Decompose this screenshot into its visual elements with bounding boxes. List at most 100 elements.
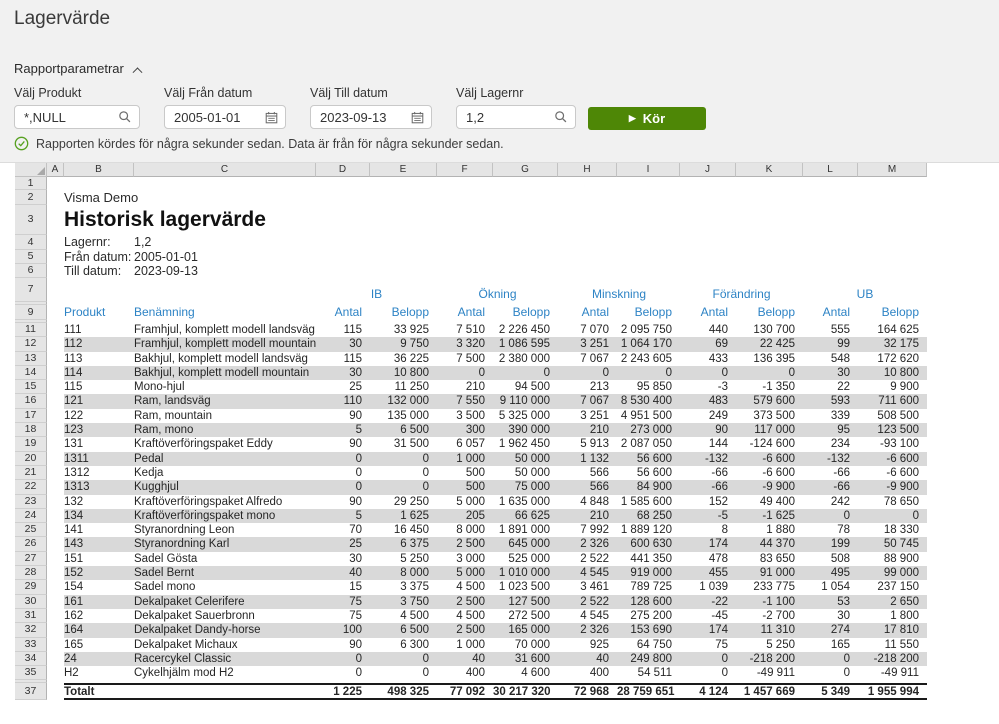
product-number-cell[interactable]: 123 (64, 423, 134, 437)
value-cell[interactable]: 0 (617, 366, 680, 380)
column-header-E[interactable]: E (370, 163, 437, 177)
table-row[interactable]: 162Dekalpaket Sauerbronn754 5004 500272 … (64, 609, 927, 623)
product-number-cell[interactable]: 161 (64, 595, 134, 609)
value-cell[interactable]: 274 (803, 623, 858, 637)
row-number[interactable]: 17 (15, 409, 47, 423)
product-number-cell[interactable]: 1311 (64, 452, 134, 466)
value-cell[interactable]: -93 100 (858, 437, 927, 451)
value-cell[interactable]: 272 500 (493, 609, 558, 623)
row-number[interactable]: 25 (15, 523, 47, 537)
value-cell[interactable]: 7 992 (558, 523, 617, 537)
value-cell[interactable]: 75 (316, 609, 370, 623)
table-row[interactable]: 161Dekalpaket Celerifere753 7502 500127 … (64, 595, 927, 609)
value-cell[interactable]: 18 330 (858, 523, 927, 537)
value-cell[interactable]: 273 000 (617, 423, 680, 437)
product-number-cell[interactable]: 164 (64, 623, 134, 637)
value-cell[interactable]: 495 (803, 566, 858, 580)
value-cell[interactable]: 8 530 400 (617, 394, 680, 408)
value-cell[interactable]: 1 635 000 (493, 495, 558, 509)
value-cell[interactable]: 2 226 450 (493, 323, 558, 337)
value-cell[interactable]: 66 625 (493, 509, 558, 523)
v-lj-lagernr-input[interactable] (466, 110, 550, 125)
column-header-belopp-1[interactable]: Belopp (370, 305, 437, 320)
value-cell[interactable]: 30 (316, 366, 370, 380)
value-cell[interactable]: 11 550 (858, 638, 927, 652)
value-cell[interactable]: 199 (803, 537, 858, 551)
total-value-cell[interactable]: 1 225 (316, 685, 370, 698)
value-cell[interactable]: 6 300 (370, 638, 437, 652)
meta-value[interactable]: 1,2 (134, 235, 316, 250)
value-cell[interactable]: 3 750 (370, 595, 437, 609)
total-row[interactable]: Totalt1 225498 32577 09230 217 32072 968… (64, 683, 927, 700)
value-cell[interactable]: 15 (316, 580, 370, 594)
total-value-cell[interactable]: 77 092 (437, 685, 493, 698)
product-number-cell[interactable]: 121 (64, 394, 134, 408)
value-cell[interactable]: 11 310 (736, 623, 803, 637)
value-cell[interactable]: 68 250 (617, 509, 680, 523)
product-name-cell[interactable]: Sadel Gösta (134, 552, 316, 566)
row-number[interactable]: 15 (15, 380, 47, 394)
row-number[interactable]: 34 (15, 652, 47, 666)
table-row[interactable]: 1312Kedja0050050 00056656 600-66-6 600-6… (64, 466, 927, 480)
row-number[interactable]: 1 (15, 177, 47, 190)
row-number[interactable]: 4 (15, 235, 47, 250)
value-cell[interactable]: 508 500 (858, 409, 927, 423)
value-cell[interactable]: -45 (680, 609, 736, 623)
product-name-cell[interactable]: Bakhjul, komplett modell mountain (134, 366, 316, 380)
value-cell[interactable]: 172 620 (858, 352, 927, 366)
value-cell[interactable]: 56 600 (617, 452, 680, 466)
total-value-cell[interactable]: 30 217 320 (493, 685, 558, 698)
value-cell[interactable]: 3 320 (437, 337, 493, 351)
calendar-icon[interactable] (411, 111, 424, 124)
value-cell[interactable]: 579 600 (736, 394, 803, 408)
value-cell[interactable]: 4 545 (558, 566, 617, 580)
value-cell[interactable]: 78 650 (858, 495, 927, 509)
value-cell[interactable]: 40 (316, 566, 370, 580)
value-cell[interactable]: 5 250 (736, 638, 803, 652)
value-cell[interactable]: 5 000 (437, 566, 493, 580)
value-cell[interactable]: 1 064 170 (617, 337, 680, 351)
value-cell[interactable]: 130 700 (736, 323, 803, 337)
value-cell[interactable]: 7 070 (558, 323, 617, 337)
value-cell[interactable]: 100 (316, 623, 370, 637)
group-header-ib[interactable]: IB (316, 287, 437, 302)
product-name-cell[interactable]: Kraftöverföringspaket Eddy (134, 437, 316, 451)
product-number-cell[interactable]: 113 (64, 352, 134, 366)
value-cell[interactable]: -6 600 (736, 452, 803, 466)
table-row[interactable]: 121Ram, landsväg110132 0007 5509 110 000… (64, 394, 927, 408)
product-number-cell[interactable]: 131 (64, 437, 134, 451)
row-number[interactable]: 27 (15, 552, 47, 566)
column-header-antal-8[interactable]: Antal (803, 305, 858, 320)
product-number-cell[interactable]: 115 (64, 380, 134, 394)
value-cell[interactable]: 4 600 (493, 666, 558, 680)
row-number[interactable]: 24 (15, 509, 47, 523)
value-cell[interactable]: 5 (316, 423, 370, 437)
value-cell[interactable]: 500 (437, 466, 493, 480)
value-cell[interactable]: 455 (680, 566, 736, 580)
column-header-antal-6[interactable]: Antal (680, 305, 736, 320)
value-cell[interactable]: 75 (680, 638, 736, 652)
row-number[interactable]: 20 (15, 452, 47, 466)
value-cell[interactable]: -6 600 (858, 466, 927, 480)
column-header-antal-2[interactable]: Antal (437, 305, 493, 320)
meta-value[interactable]: 2023-09-13 (134, 264, 316, 278)
value-cell[interactable]: 1 023 500 (493, 580, 558, 594)
value-cell[interactable]: 49 400 (736, 495, 803, 509)
value-cell[interactable]: 210 (558, 509, 617, 523)
value-cell[interactable]: -49 911 (736, 666, 803, 680)
table-row[interactable]: 24Racercykel Classic004031 60040249 8000… (64, 652, 927, 666)
value-cell[interactable]: 2 500 (437, 595, 493, 609)
product-number-cell[interactable]: 154 (64, 580, 134, 594)
value-cell[interactable]: 1 962 450 (493, 437, 558, 451)
row-number[interactable]: 14 (15, 366, 47, 380)
value-cell[interactable]: 242 (803, 495, 858, 509)
value-cell[interactable]: 1 054 (803, 580, 858, 594)
product-number-cell[interactable]: 132 (64, 495, 134, 509)
value-cell[interactable]: 0 (680, 652, 736, 666)
value-cell[interactable]: -1 350 (736, 380, 803, 394)
table-row[interactable]: 111Framhjul, komplett modell landsväg115… (64, 323, 927, 337)
value-cell[interactable]: 99 000 (858, 566, 927, 580)
value-cell[interactable]: 9 750 (370, 337, 437, 351)
column-header-A[interactable]: A (47, 163, 64, 177)
value-cell[interactable]: 373 500 (736, 409, 803, 423)
